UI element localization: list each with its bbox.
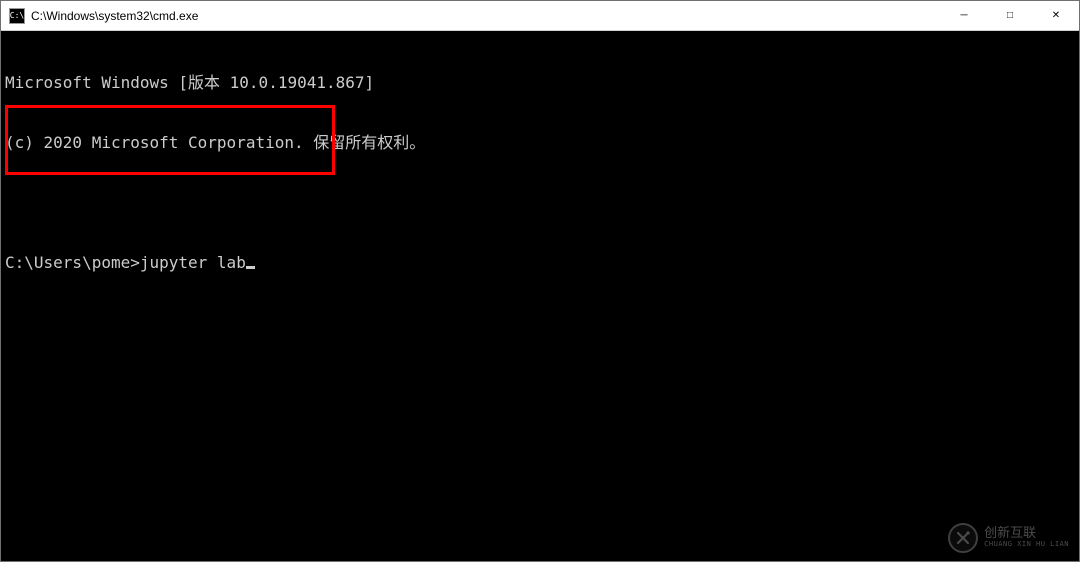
watermark-cn-label: 创新互联 bbox=[984, 527, 1069, 541]
app-icon-glyph: C:\ bbox=[10, 11, 24, 20]
terminal-prompt-line: C:\Users\pome>jupyter lab bbox=[5, 253, 1075, 273]
close-button[interactable]: ✕ bbox=[1033, 1, 1079, 30]
terminal-output-line2: (c) 2020 Microsoft Corporation. 保留所有权利。 bbox=[5, 133, 1075, 153]
close-icon: ✕ bbox=[1052, 10, 1060, 21]
terminal-command: jupyter lab bbox=[140, 253, 246, 272]
terminal-blank-line bbox=[5, 193, 1075, 213]
watermark-text: 创新互联 CHUANG XIN HU LIAN bbox=[984, 527, 1069, 549]
watermark-en-label: CHUANG XIN HU LIAN bbox=[984, 541, 1069, 549]
terminal-output-line1: Microsoft Windows [版本 10.0.19041.867] bbox=[5, 73, 1075, 93]
maximize-icon: □ bbox=[1007, 10, 1013, 21]
window-controls: ─ □ ✕ bbox=[941, 1, 1079, 30]
terminal-cursor bbox=[246, 266, 255, 269]
maximize-button[interactable]: □ bbox=[987, 1, 1033, 30]
watermark-logo-icon bbox=[948, 523, 978, 553]
cmd-window: C:\ C:\Windows\system32\cmd.exe ─ □ ✕ Mi… bbox=[0, 0, 1080, 562]
minimize-button[interactable]: ─ bbox=[941, 1, 987, 30]
watermark: 创新互联 CHUANG XIN HU LIAN bbox=[948, 523, 1069, 553]
terminal-prompt: C:\Users\pome> bbox=[5, 253, 140, 272]
minimize-icon: ─ bbox=[960, 10, 967, 21]
app-icon: C:\ bbox=[9, 8, 25, 24]
terminal-area[interactable]: Microsoft Windows [版本 10.0.19041.867] (c… bbox=[1, 31, 1079, 561]
titlebar[interactable]: C:\ C:\Windows\system32\cmd.exe ─ □ ✕ bbox=[1, 1, 1079, 31]
window-title: C:\Windows\system32\cmd.exe bbox=[31, 9, 941, 23]
